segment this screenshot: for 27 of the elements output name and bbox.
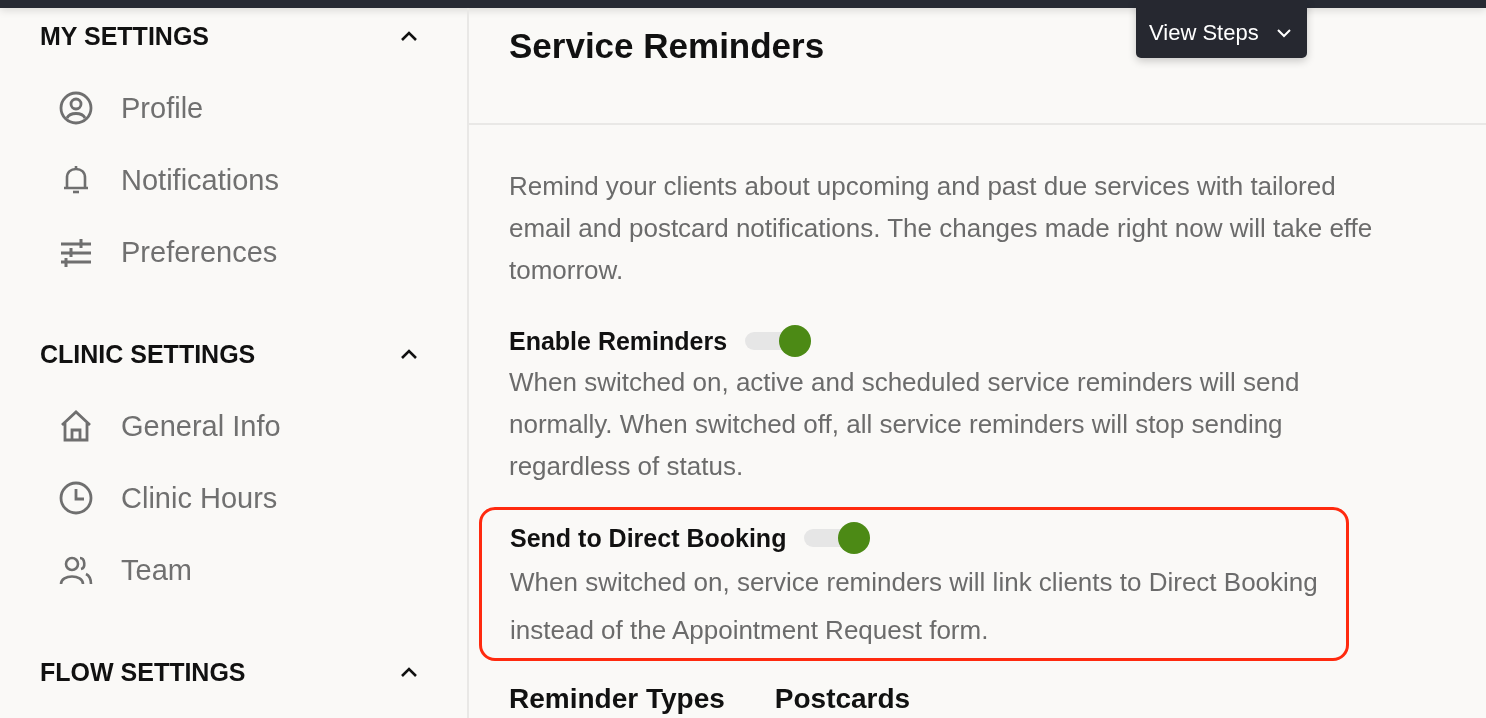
toggle-switch[interactable]: [745, 325, 812, 357]
sidebar-item[interactable]: General Info: [40, 390, 281, 462]
setting-description: When switched on, active and scheduled service reminders will send normally. When switched off, all service reminders will stop sending regardless of status.: [509, 366, 1300, 483]
setting-description: When switched on, service reminders will link clients to Direct Booking instead of the Appointment Request form.: [510, 566, 1318, 647]
description-text: Remind your clients about upcoming and past due services with tailored email and postcard notifications. The changes made right now will take effe tomorrow.: [509, 170, 1374, 287]
chevron-up-icon[interactable]: [400, 666, 418, 678]
sidebar-item[interactable]: Notifications: [40, 144, 279, 216]
postcards-tab[interactable]: Postcards: [774, 683, 911, 715]
user-circle-icon: [59, 91, 93, 125]
clock-icon: [59, 481, 93, 515]
section-title: FLOW SETTINGS: [40, 657, 246, 687]
sidebar-item[interactable]: Team: [40, 534, 192, 606]
chevron-up-icon[interactable]: [400, 348, 418, 360]
setting-label: Send to Direct Booking: [510, 523, 787, 553]
page-title: Service Reminders: [509, 26, 825, 66]
section-heading: Reminder Types: [509, 683, 725, 715]
section-title: MY SETTINGS: [40, 21, 209, 51]
sidebar-item[interactable]: Clinic Hours: [40, 462, 278, 534]
sidebar-item[interactable]: Preferences: [40, 216, 278, 288]
setting-label: Enable Reminders: [509, 326, 728, 356]
chevron-down-icon: [1276, 28, 1291, 38]
sidebar-item[interactable]: Profile: [40, 72, 204, 144]
toggle-switch[interactable]: [804, 522, 871, 554]
view-steps-button[interactable]: View Steps: [1136, 0, 1307, 58]
section-title: CLINIC SETTINGS: [40, 339, 256, 369]
chevron-up-icon[interactable]: [400, 30, 418, 42]
house-icon: [59, 409, 93, 443]
